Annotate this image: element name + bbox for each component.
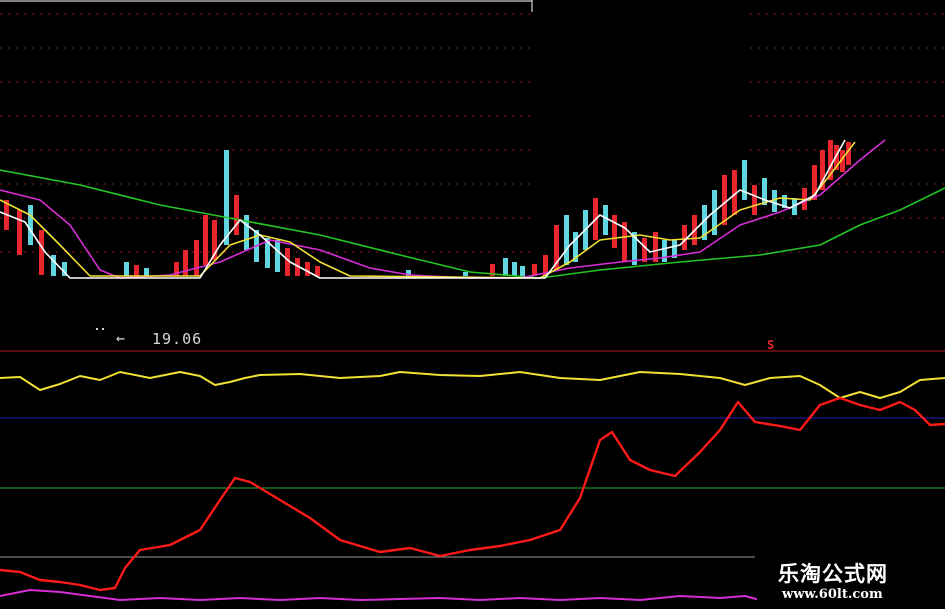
candle: [134, 265, 139, 276]
price-marker-label: 19.06: [152, 330, 203, 348]
candle: [275, 240, 280, 272]
candle: [144, 268, 149, 276]
candle: [194, 240, 199, 276]
candle: [564, 215, 569, 265]
ma-green-line: [0, 169, 945, 279]
left-arrow-icon: ←: [116, 329, 126, 347]
chart-screenshot: ← 19.06 S 乐淘公式网 www.60lt.com: [0, 0, 945, 609]
candle: [642, 238, 647, 262]
candle: [234, 195, 239, 235]
watermark-url: www.60lt.com: [782, 587, 883, 602]
indicator-yellow-line: [0, 371, 945, 399]
candle: [752, 185, 757, 215]
sell-signal-label: S: [767, 338, 775, 352]
stock-chart: [0, 0, 945, 601]
candle: [224, 150, 229, 245]
ma-white-line: [0, 139, 846, 279]
candle: [305, 262, 310, 276]
candle: [603, 205, 608, 235]
candle: [124, 262, 129, 276]
marker-dot: [96, 328, 98, 330]
watermark-title: 乐淘公式网: [778, 561, 888, 586]
indicator-magenta-line: [0, 589, 761, 601]
candle: [315, 266, 320, 276]
candle: [503, 258, 508, 276]
candle: [28, 205, 33, 245]
candle: [203, 215, 208, 265]
marker-dot: [102, 328, 104, 330]
candle: [39, 230, 44, 275]
candle: [463, 272, 468, 276]
candle: [17, 210, 22, 255]
candle: [722, 175, 727, 225]
candle: [512, 262, 517, 276]
candle: [742, 160, 747, 200]
candle: [520, 266, 525, 276]
candle: [682, 225, 687, 250]
candle: [662, 240, 667, 262]
candle: [612, 215, 617, 248]
